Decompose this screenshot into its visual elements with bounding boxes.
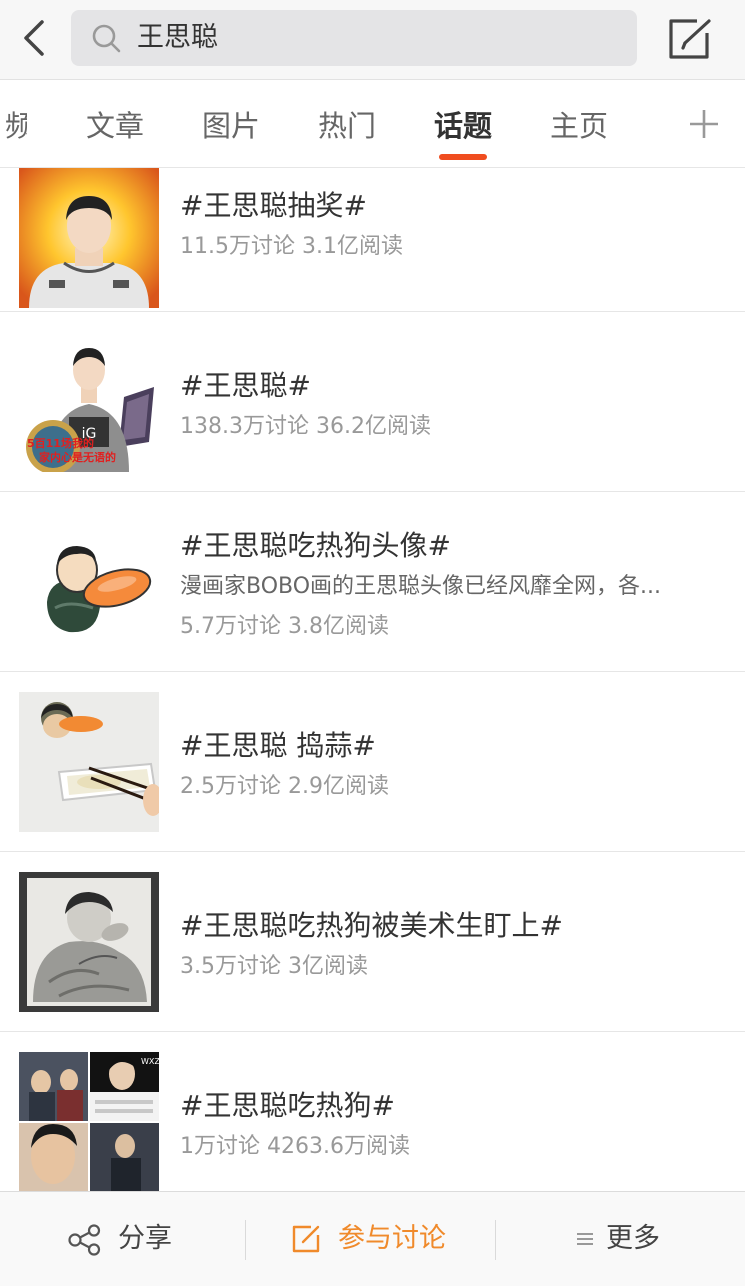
topic-list: #王思聪抽奖# 11.5万讨论 3.1亿阅读 iG 5百11场我的 家内心是无语… bbox=[0, 168, 745, 1191]
tab-topics[interactable]: 话题 bbox=[434, 108, 492, 144]
topic-item-garlic[interactable]: #王思聪 捣蒜# 2.5万讨论 2.9亿阅读 bbox=[0, 672, 745, 852]
topic-stats: 3.5万讨论 3亿阅读 bbox=[180, 954, 368, 979]
back-arrow-icon[interactable] bbox=[14, 18, 54, 58]
topic-stats: 5.7万讨论 3.8亿阅读 bbox=[180, 614, 389, 639]
topic-thumbnail bbox=[19, 512, 159, 652]
search-box[interactable]: 王思聪 bbox=[71, 10, 637, 66]
topic-title: #王思聪抽奖# bbox=[180, 189, 367, 222]
topic-item-hotdog[interactable]: WXZ #王思聪吃热狗# 1万讨论 4263.6万阅读 bbox=[0, 1032, 745, 1191]
topic-stats: 2.5万讨论 2.9亿阅读 bbox=[180, 774, 389, 799]
share-button[interactable]: 分享 bbox=[0, 1192, 245, 1286]
join-discussion-button[interactable]: 参与讨论 bbox=[246, 1192, 495, 1286]
search-icon bbox=[91, 23, 121, 53]
topic-item-main[interactable]: iG 5百11场我的 家内心是无语的 #王思聪# 138.3万讨论 36.2亿阅… bbox=[0, 312, 745, 492]
topic-item-lottery[interactable]: #王思聪抽奖# 11.5万讨论 3.1亿阅读 bbox=[0, 168, 745, 312]
more-button[interactable]: 更多 bbox=[496, 1192, 745, 1286]
topic-description: 漫画家BOBO画的王思聪头像已经风靡全网，各... bbox=[180, 574, 662, 599]
share-icon bbox=[68, 1224, 102, 1256]
topic-title: #王思聪 捣蒜# bbox=[180, 729, 376, 762]
top-bar: 王思聪 bbox=[0, 0, 745, 80]
topic-thumbnail bbox=[19, 168, 159, 308]
tab-video[interactable]: 频 bbox=[5, 108, 27, 144]
share-label: 分享 bbox=[118, 1223, 172, 1254]
tab-hot[interactable]: 热门 bbox=[318, 108, 376, 144]
compose-icon[interactable] bbox=[667, 17, 713, 61]
tab-articles[interactable]: 文章 bbox=[86, 108, 144, 144]
topic-stats: 1万讨论 4263.6万阅读 bbox=[180, 1134, 410, 1159]
topic-title: #王思聪吃热狗被美术生盯上# bbox=[180, 909, 563, 942]
topic-title: #王思聪# bbox=[180, 369, 311, 402]
topic-stats: 11.5万讨论 3.1亿阅读 bbox=[180, 234, 403, 259]
tab-images[interactable]: 图片 bbox=[202, 108, 260, 144]
menu-icon bbox=[576, 1231, 594, 1247]
tab-bar: 频 文章 图片 热门 话题 主页 bbox=[0, 84, 745, 168]
thumbnail-watermark: WXZ bbox=[141, 1057, 159, 1066]
topic-thumbnail bbox=[19, 692, 159, 832]
bottom-action-bar: 分享 参与讨论 更多 bbox=[0, 1191, 745, 1286]
topic-item-art-student[interactable]: #王思聪吃热狗被美术生盯上# 3.5万讨论 3亿阅读 bbox=[0, 852, 745, 1032]
active-tab-indicator bbox=[439, 154, 487, 160]
topic-stats: 138.3万讨论 36.2亿阅读 bbox=[180, 414, 431, 439]
topic-thumbnail: WXZ bbox=[19, 1052, 159, 1191]
topic-thumbnail: iG 5百11场我的 家内心是无语的 bbox=[19, 332, 159, 472]
more-label: 更多 bbox=[606, 1223, 660, 1254]
join-discussion-label: 参与讨论 bbox=[338, 1223, 446, 1254]
topic-item-avatar[interactable]: #王思聪吃热狗头像# 漫画家BOBO画的王思聪头像已经风靡全网，各... 5.7… bbox=[0, 492, 745, 672]
topic-thumbnail bbox=[19, 872, 159, 1012]
topic-title: #王思聪吃热狗# bbox=[180, 1089, 395, 1122]
tab-homepage[interactable]: 主页 bbox=[550, 108, 608, 144]
plus-icon[interactable] bbox=[686, 106, 722, 142]
thumbnail-caption-line2: 家内心是无语的 bbox=[39, 450, 116, 464]
thumbnail-caption-line1: 5百11场我的 bbox=[27, 436, 94, 450]
topic-title: #王思聪吃热狗头像# bbox=[180, 529, 451, 562]
edit-icon bbox=[291, 1224, 321, 1254]
search-query: 王思聪 bbox=[137, 22, 218, 53]
